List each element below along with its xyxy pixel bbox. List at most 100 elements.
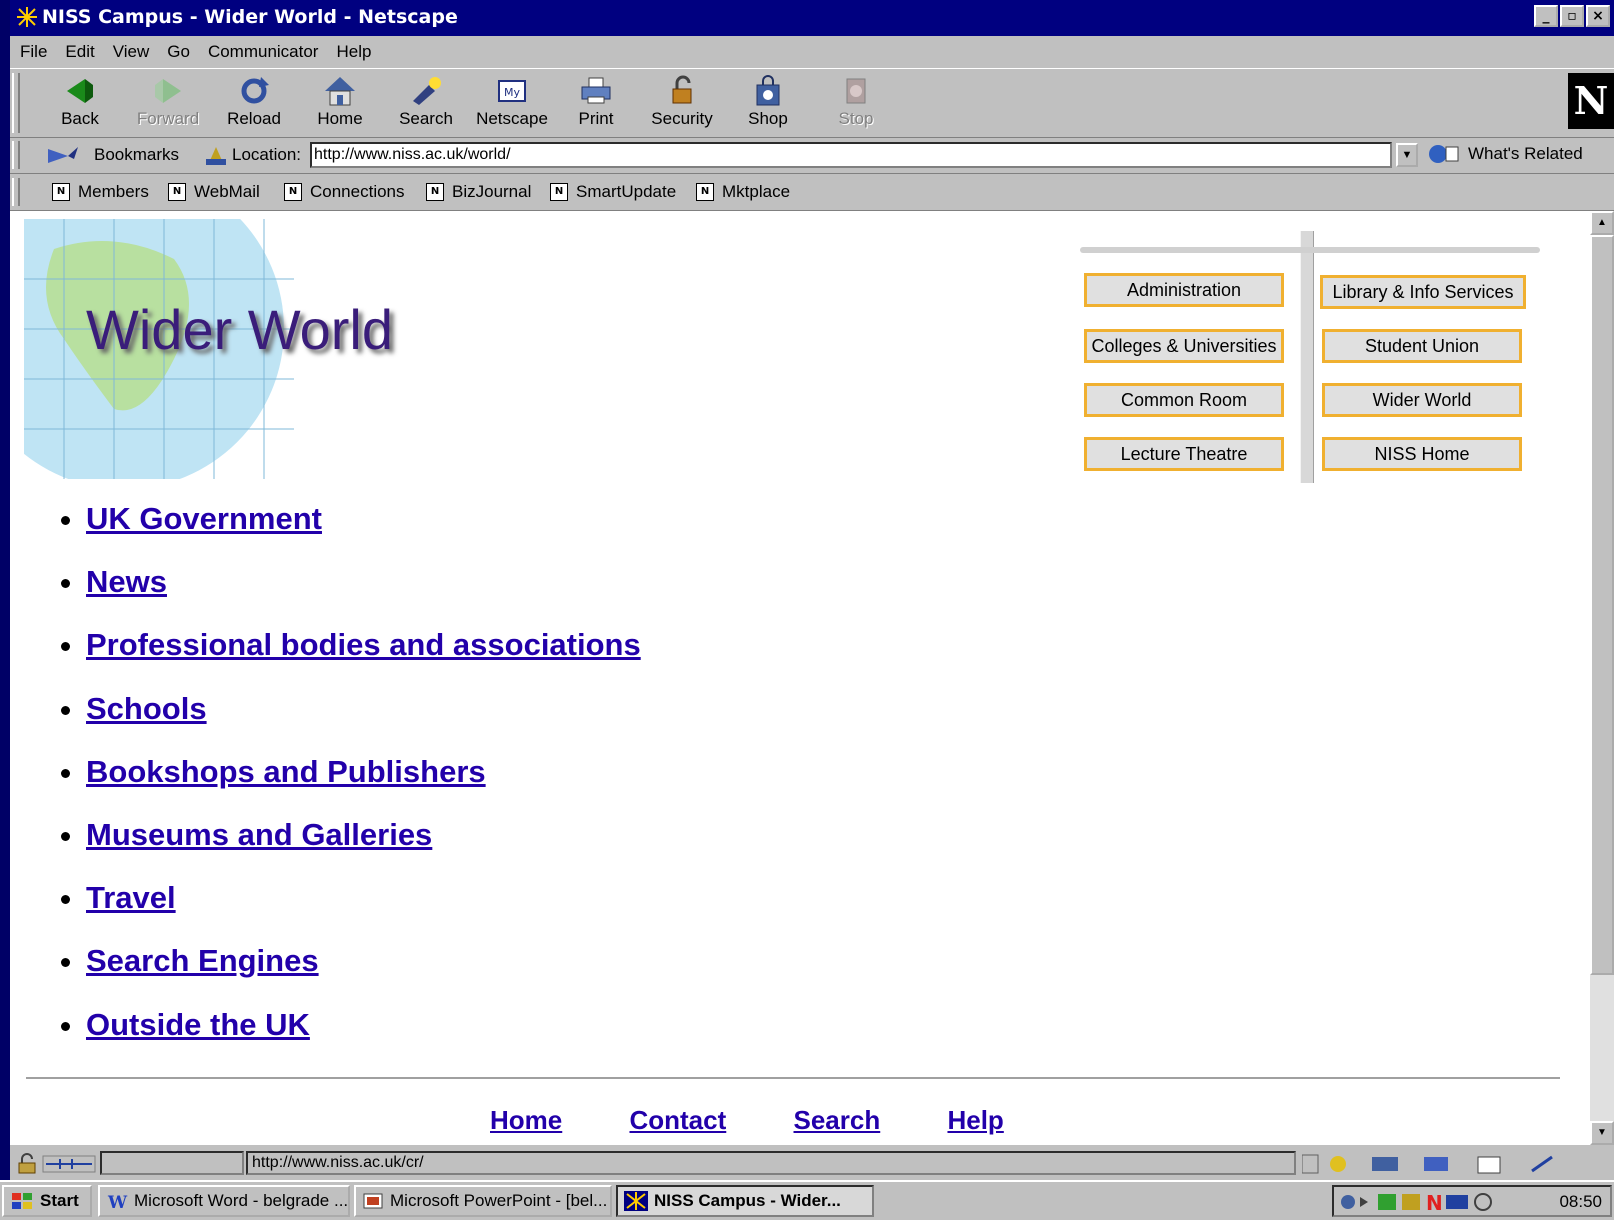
printer-icon — [581, 77, 611, 104]
my-netscape-icon: My — [498, 80, 526, 102]
my-netscape-button[interactable]: My Netscape — [472, 73, 552, 133]
sign-niss-home[interactable]: NISS Home — [1322, 437, 1522, 471]
maximize-button[interactable]: ▫ — [1560, 5, 1584, 27]
netscape-logo[interactable]: N — [1568, 73, 1614, 129]
whats-related-button[interactable]: What's Related — [1426, 143, 1583, 165]
sign-administration[interactable]: Administration — [1084, 273, 1284, 307]
toolbar-grip[interactable] — [12, 73, 20, 133]
vertical-scrollbar[interactable]: ▲ ▼ — [1590, 211, 1614, 1145]
list-item: Professional bodies and associations — [86, 627, 641, 690]
navigation-toolbar: Back Forward Reload Home Search My Netsc… — [10, 68, 1614, 138]
location-toolbar: Bookmarks Location: http://www.niss.ac.u… — [10, 137, 1614, 174]
menu-bar: File Edit View Go Communicator Help — [10, 36, 1614, 68]
sign-colleges-universities[interactable]: Colleges & Universities — [1084, 329, 1284, 363]
svg-text:My: My — [504, 86, 520, 99]
link-bookshops-publishers[interactable]: Bookshops and Publishers — [86, 754, 486, 789]
list-item: Outside the UK — [86, 1007, 641, 1070]
svg-text:W: W — [107, 1193, 128, 1211]
windows-logo-icon — [12, 1193, 32, 1209]
taskbar: Start W Microsoft Word - belgrade ... Mi… — [0, 1180, 1614, 1220]
task-microsoft-powerpoint[interactable]: Microsoft PowerPoint - [bel... — [354, 1185, 612, 1217]
padlock-icon — [672, 75, 692, 104]
list-item: Search Engines — [86, 943, 641, 1006]
menu-help[interactable]: Help — [336, 42, 371, 62]
list-item: Schools — [86, 691, 641, 754]
bookmark-page-icon: N — [426, 183, 444, 201]
location-grip[interactable] — [12, 141, 20, 169]
link-list: UK Government News Professional bodies a… — [50, 501, 641, 1070]
component-bar-icons[interactable] — [1302, 1153, 1602, 1175]
personal-grip[interactable] — [12, 178, 20, 206]
stop-icon — [846, 78, 866, 104]
link-museums-galleries[interactable]: Museums and Galleries — [86, 817, 432, 852]
search-button[interactable]: Search — [386, 73, 466, 133]
link-search-engines[interactable]: Search Engines — [86, 943, 319, 978]
personal-item-webmail[interactable]: N WebMail — [168, 182, 260, 202]
bookmarks-icon — [48, 147, 78, 163]
personal-item-members[interactable]: N Members — [52, 182, 149, 202]
connection-status-icon — [42, 1155, 96, 1173]
signpost: Administration Colleges & Universities C… — [1076, 227, 1556, 487]
search-flashlight-icon — [413, 77, 441, 105]
location-dropdown-icon[interactable]: ▼ — [1396, 143, 1418, 167]
menu-file[interactable]: File — [20, 42, 47, 62]
whats-related-icon — [1429, 145, 1459, 163]
sign-library-info-services[interactable]: Library & Info Services — [1320, 275, 1526, 309]
signpost-pole — [1300, 231, 1314, 483]
sign-wider-world[interactable]: Wider World — [1322, 383, 1522, 417]
page-title: Wider World — [86, 298, 394, 361]
menu-go[interactable]: Go — [167, 42, 190, 62]
minimize-button[interactable]: _ — [1534, 5, 1558, 27]
shop-button[interactable]: Shop — [728, 73, 808, 133]
home-button[interactable]: Home — [300, 73, 380, 133]
stop-button[interactable]: Stop — [816, 73, 896, 133]
sign-student-union[interactable]: Student Union — [1322, 329, 1522, 363]
link-uk-government[interactable]: UK Government — [86, 501, 322, 536]
sign-common-room[interactable]: Common Room — [1084, 383, 1284, 417]
back-arrow-icon — [67, 79, 93, 103]
footer-link-search[interactable]: Search — [794, 1105, 881, 1135]
bookmarks-button[interactable]: Bookmarks — [94, 145, 179, 165]
scroll-down-icon[interactable]: ▼ — [1590, 1121, 1614, 1145]
back-button[interactable]: Back — [40, 73, 120, 133]
menu-communicator[interactable]: Communicator — [208, 42, 319, 62]
list-item: UK Government — [86, 501, 641, 564]
location-input[interactable]: http://www.niss.ac.uk/world/ — [310, 142, 1392, 168]
forward-arrow-icon — [155, 79, 181, 103]
link-travel[interactable]: Travel — [86, 880, 176, 915]
print-button[interactable]: Print — [556, 73, 636, 133]
home-icon — [325, 77, 355, 106]
scroll-up-icon[interactable]: ▲ — [1590, 211, 1614, 235]
bookmark-page-icon: N — [284, 183, 302, 201]
footer-link-home[interactable]: Home — [490, 1105, 562, 1135]
link-outside-uk[interactable]: Outside the UK — [86, 1007, 310, 1042]
close-button[interactable]: × — [1586, 5, 1610, 27]
menu-edit[interactable]: Edit — [65, 42, 94, 62]
bookmark-page-icon: N — [52, 183, 70, 201]
task-microsoft-word[interactable]: W Microsoft Word - belgrade ... — [98, 1185, 350, 1217]
start-button[interactable]: Start — [2, 1185, 92, 1217]
status-bar: http://www.niss.ac.uk/cr/ — [10, 1149, 1614, 1179]
title-bar: NISS Campus - Wider World - Netscape _ ▫… — [10, 0, 1614, 36]
bookmark-page-icon: N — [550, 183, 568, 201]
forward-button[interactable]: Forward — [128, 73, 208, 133]
footer-link-help[interactable]: Help — [947, 1105, 1003, 1135]
task-netscape[interactable]: NISS Campus - Wider... — [616, 1185, 874, 1217]
bookmark-page-icon: N — [696, 183, 714, 201]
security-button[interactable]: Security — [642, 73, 722, 133]
link-news[interactable]: News — [86, 564, 167, 599]
word-icon: W — [107, 1193, 128, 1211]
personal-item-bizjournal[interactable]: N BizJournal — [426, 182, 531, 202]
menu-view[interactable]: View — [113, 42, 150, 62]
sign-lecture-theatre[interactable]: Lecture Theatre — [1084, 437, 1284, 471]
scroll-thumb[interactable] — [1590, 235, 1614, 975]
reload-button[interactable]: Reload — [214, 73, 294, 133]
link-professional-bodies[interactable]: Professional bodies and associations — [86, 627, 641, 662]
footer-link-contact[interactable]: Contact — [629, 1105, 726, 1135]
personal-item-mktplace[interactable]: N Mktplace — [696, 182, 790, 202]
footer-links: Home Contact Search Help — [490, 1105, 1064, 1136]
tray-icons[interactable]: N — [1338, 1191, 1528, 1213]
link-schools[interactable]: Schools — [86, 691, 207, 726]
personal-item-connections[interactable]: N Connections — [284, 182, 405, 202]
personal-item-smartupdate[interactable]: N SmartUpdate — [550, 182, 676, 202]
